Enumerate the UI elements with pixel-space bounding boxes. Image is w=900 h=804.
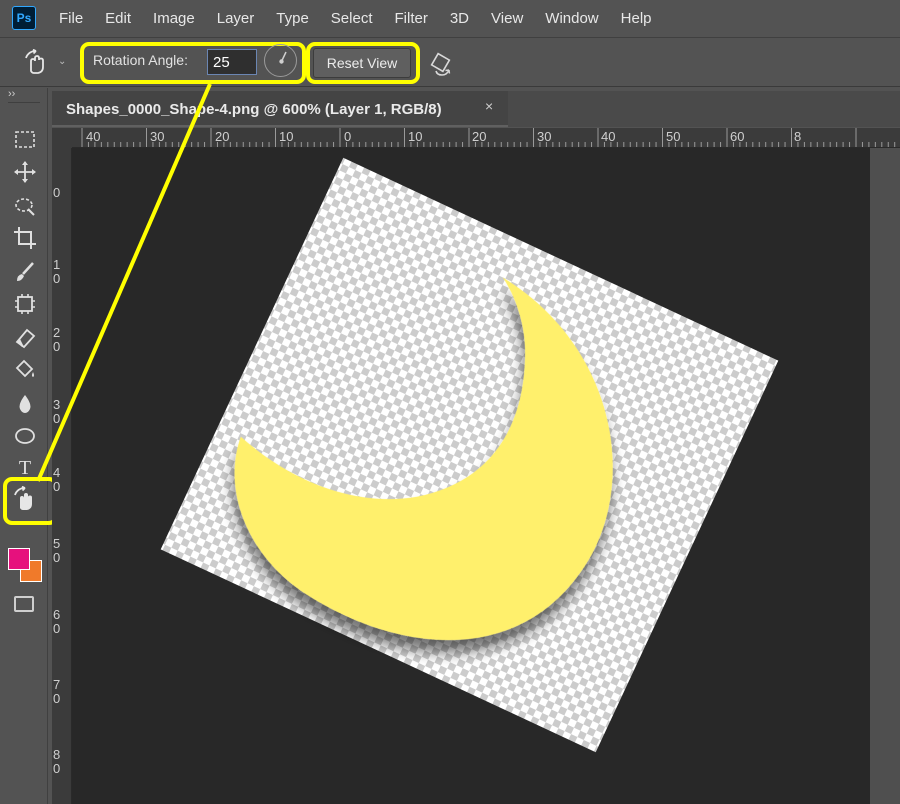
menu-view[interactable]: View — [491, 10, 523, 27]
document-tab[interactable]: Shapes_0000_Shape-4.png @ 600% (Layer 1,… — [52, 91, 508, 127]
vertical-scrollbar[interactable] — [870, 148, 900, 804]
collapse-panel-icon[interactable]: ›› — [8, 88, 15, 100]
ruler-label: 70 — [53, 677, 61, 706]
ruler-label: 30 — [537, 129, 552, 144]
blur-drop-icon[interactable] — [11, 390, 39, 418]
lasso-icon[interactable] — [11, 192, 39, 220]
ruler-label: 0 — [53, 185, 61, 200]
rotate-view-tool-icon[interactable] — [11, 486, 39, 514]
brush-icon[interactable] — [11, 258, 39, 286]
marquee-icon[interactable] — [11, 126, 39, 154]
menu-file[interactable]: File — [59, 10, 83, 27]
menu-type[interactable]: Type — [276, 10, 309, 27]
tools-panel: ›› T — [0, 88, 58, 804]
horizontal-ruler[interactable]: 40 30 20 10 0 10 20 30 40 50 60 8 — [72, 128, 900, 148]
ruler-label: 20 — [472, 129, 487, 144]
rotation-angle-dial[interactable] — [264, 44, 297, 77]
rotate-view-icon[interactable] — [22, 49, 50, 77]
toolbar-divider — [8, 102, 40, 103]
tab-strip — [508, 91, 900, 127]
stamp-icon[interactable] — [11, 290, 39, 318]
menu-filter[interactable]: Filter — [395, 10, 428, 27]
ruler-label: 80 — [53, 747, 61, 776]
menu-layer[interactable]: Layer — [217, 10, 255, 27]
ruler-label: 0 — [344, 129, 352, 144]
dial-icon — [279, 51, 287, 64]
ruler-label: 40 — [53, 465, 61, 494]
photoshop-logo: Ps — [12, 6, 36, 30]
ruler-label: 8 — [794, 129, 802, 144]
crop-icon[interactable] — [11, 224, 39, 252]
ruler-label: 50 — [53, 536, 61, 565]
menu-select[interactable]: Select — [331, 10, 373, 27]
vertical-ruler[interactable]: 0 10 20 30 40 50 60 70 80 — [52, 148, 72, 804]
menu-bar: Ps File Edit Image Layer Type Select Fil… — [0, 0, 900, 36]
paint-bucket-icon[interactable] — [11, 356, 39, 384]
rotation-angle-label: Rotation Angle: — [93, 52, 188, 68]
rotate-all-windows-icon[interactable] — [428, 51, 454, 77]
document-canvas[interactable] — [72, 148, 900, 804]
menu-window[interactable]: Window — [545, 10, 598, 27]
close-icon[interactable]: × — [485, 98, 493, 114]
ruler-label: 40 — [86, 129, 101, 144]
move-icon[interactable] — [11, 158, 39, 186]
options-bar: ⌄ Rotation Angle: Reset View — [0, 37, 900, 87]
chevron-down-icon[interactable]: ⌄ — [58, 56, 66, 67]
eraser-icon[interactable] — [11, 324, 39, 352]
ruler-label: 20 — [53, 325, 61, 354]
ruler-label: 30 — [150, 129, 165, 144]
ruler-origin[interactable] — [52, 128, 72, 148]
document-tab-title: Shapes_0000_Shape-4.png @ 600% (Layer 1,… — [66, 101, 442, 118]
canvas-area[interactable] — [72, 148, 900, 804]
foreground-color-swatch[interactable] — [8, 548, 30, 570]
reset-view-button[interactable]: Reset View — [313, 48, 411, 78]
rotation-angle-input[interactable] — [207, 49, 257, 75]
ruler-label: 60 — [730, 129, 745, 144]
ruler-label: 10 — [408, 129, 423, 144]
ruler-label: 10 — [53, 257, 61, 286]
ruler-label: 60 — [53, 607, 61, 636]
menu-3d[interactable]: 3D — [450, 10, 469, 27]
ellipse-icon[interactable] — [11, 422, 39, 450]
quick-mask-icon[interactable] — [14, 596, 34, 612]
ruler-label: 40 — [601, 129, 616, 144]
menu-help[interactable]: Help — [621, 10, 652, 27]
ruler-label: 20 — [215, 129, 230, 144]
menu-image[interactable]: Image — [153, 10, 195, 27]
menu-edit[interactable]: Edit — [105, 10, 131, 27]
ruler-label: 30 — [53, 397, 61, 426]
ruler-label: 10 — [279, 129, 294, 144]
ruler-label: 50 — [666, 129, 681, 144]
